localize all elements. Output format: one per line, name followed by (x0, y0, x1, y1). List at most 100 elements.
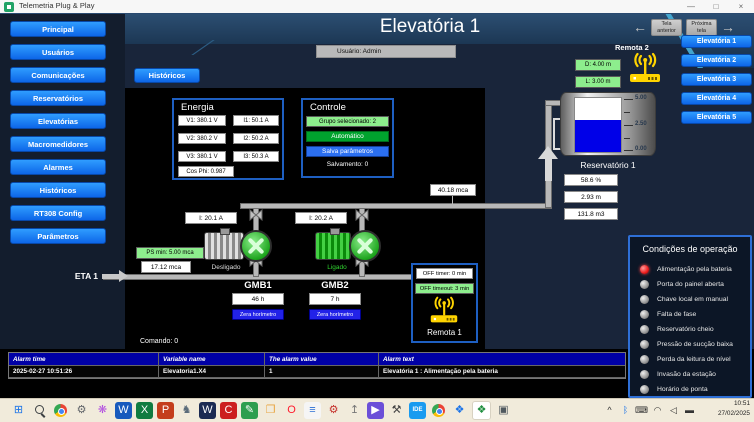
notes-icon[interactable]: ✎ (241, 402, 258, 419)
alarm-table-header: Alarm time Variable name The alarm value… (9, 353, 625, 366)
off-timeout-setpoint[interactable]: OFF timeout: 3 min (415, 283, 474, 294)
condition-label: Porta do painel aberta (657, 281, 724, 288)
sidebar-item-alarmes[interactable]: Alarmes (10, 159, 106, 175)
touch-keyboard-icon[interactable]: ⌨ (635, 404, 648, 417)
media-icon[interactable]: ▶ (367, 402, 384, 419)
pump1-hours-value: 46 h (232, 293, 284, 305)
tank-scale-max: 5.00 (635, 95, 647, 101)
pump2-zera-horimetro-button[interactable]: Zera horímetro (309, 309, 361, 320)
sidebar-item-principal[interactable]: Principal (10, 21, 106, 37)
salva-parametros-button[interactable]: Salva parâmetros (306, 146, 389, 157)
sidebar-item-rt308-config[interactable]: RT308 Config (10, 205, 106, 221)
close-button[interactable]: × (733, 0, 749, 13)
nav-elevatoria-2-button[interactable]: Elevatória 2 (681, 54, 752, 67)
maximize-button[interactable]: □ (708, 0, 724, 13)
red-app-icon[interactable]: C (220, 402, 237, 419)
sidebar-item-historicos[interactable]: Históricos (10, 182, 106, 198)
sidebar-item-parametros[interactable]: Parâmetros (10, 228, 106, 244)
conditions-panel: Condições de operação Alimentação pela b… (628, 235, 752, 398)
chrome-icon[interactable] (52, 402, 69, 419)
minimize-button[interactable]: — (683, 0, 699, 13)
nav-elevatoria-5-button[interactable]: Elevatória 5 (681, 111, 752, 124)
next-screen-button[interactable]: Próxima tela (686, 19, 717, 36)
camera-icon[interactable]: ▣ (495, 402, 512, 419)
nav-elevatoria-4-button[interactable]: Elevatória 4 (681, 92, 752, 105)
suction-pressure-value: 17.12 mca (141, 261, 191, 273)
share-icon[interactable]: ↥ (346, 402, 363, 419)
condition-row: Reservatório cheio (640, 322, 748, 337)
status-led (640, 310, 649, 319)
pump1-name: GMB1 (238, 280, 278, 291)
tiles-green-icon[interactable]: ❖ (472, 401, 491, 420)
notepad-icon[interactable]: ≡ (304, 402, 321, 419)
status-led (640, 385, 649, 394)
comando-status: Comando: 0 (140, 338, 230, 345)
condition-row: Horário de ponta (640, 382, 748, 397)
clock-date: 27/02/2025 (698, 409, 750, 419)
automatico-button[interactable]: Automático (306, 131, 389, 142)
user-bar: Usuário: Admin (316, 45, 456, 58)
bluetooth-icon[interactable]: ᛒ (619, 404, 632, 417)
grupo-selecionado-field[interactable]: Grupo selecionado: 2 (306, 116, 389, 127)
ide-icon[interactable]: IDE (409, 402, 426, 419)
prev-screen-arrow-icon[interactable]: ← (633, 19, 647, 35)
historicos-button[interactable]: Históricos (134, 68, 200, 83)
discharge-pipe (240, 203, 552, 209)
eta-label: ETA 1 (66, 271, 98, 281)
pump2-name: GMB2 (315, 280, 355, 291)
start-icon[interactable]: ⊞ (10, 402, 27, 419)
bird-app-icon[interactable]: ♞ (178, 402, 195, 419)
next-screen-arrow-icon[interactable]: → (721, 19, 735, 35)
alarm-value-cell: 1 (265, 366, 379, 378)
sidebar-item-comunicacoes[interactable]: Comunicações (10, 67, 106, 83)
alarm-table-row[interactable]: 2025-02-27 10:51:26 Elevatoria1.X4 1 Ele… (9, 366, 625, 378)
pump1-current-value: I: 20.1 A (185, 212, 237, 224)
taskbar-clock[interactable]: 10:51 27/02/2025 (698, 399, 750, 418)
paint3d-icon[interactable]: ❋ (94, 402, 111, 419)
settings-gear-icon[interactable]: ⚙ (73, 402, 90, 419)
valve-icon (355, 209, 369, 221)
alarm-text-header: Alarm text (379, 353, 625, 366)
pump1-motor (204, 232, 244, 260)
status-led (640, 355, 649, 364)
wonderware-icon[interactable]: W (199, 402, 216, 419)
tray-chevron-icon[interactable]: ^ (603, 404, 616, 417)
search-icon[interactable] (31, 402, 48, 419)
flow-up-arrow-stem (545, 159, 552, 181)
pump2-state: Ligado (315, 264, 359, 271)
pump1-zera-horimetro-button[interactable]: Zera horímetro (232, 309, 284, 320)
opera-icon[interactable]: O (283, 402, 300, 419)
sidebar-item-usuarios[interactable]: Usuários (10, 44, 106, 60)
nav-elevatoria-1-button[interactable]: Elevatória 1 (681, 35, 752, 48)
prev-screen-button[interactable]: Tela anterior (651, 19, 682, 36)
nav-elevatoria-3-button[interactable]: Elevatória 3 (681, 73, 752, 86)
remota2-antenna-icon (628, 52, 662, 84)
tank-scale-tick (624, 125, 633, 126)
folder-icon[interactable]: ❐ (262, 402, 279, 419)
excel-icon[interactable]: X (136, 402, 153, 419)
wifi-icon[interactable]: ◠ (651, 404, 664, 417)
variable-name-header: Variable name (159, 353, 265, 366)
sidebar-item-elevatorias[interactable]: Elevatórias (10, 113, 106, 129)
sidebar-item-macromedidores[interactable]: Macromedidores (10, 136, 106, 152)
page-title: Elevatória 1 (280, 16, 580, 42)
chrome2-icon[interactable] (430, 402, 447, 419)
remota2-l-setpoint[interactable]: L: 3.00 m (575, 76, 621, 88)
pump2-hours-value: 7 h (309, 293, 361, 305)
tools-icon[interactable]: ⚒ (388, 402, 405, 419)
powerpoint-icon[interactable]: P (157, 402, 174, 419)
sidebar-item-reservatorios[interactable]: Reservatórios (10, 90, 106, 106)
battery-icon[interactable]: ▬ (683, 404, 696, 417)
system-tray-icons: ^ᛒ⌨◠◁▬ (603, 398, 696, 422)
volume-icon[interactable]: ◁ (667, 404, 680, 417)
tiles-blue-icon[interactable]: ❖ (451, 402, 468, 419)
remota2-d-setpoint[interactable]: D: 4.00 m (575, 59, 621, 71)
current-i2-value: I2: 50.2 A (233, 133, 279, 144)
condition-label: Invasão da estação (657, 371, 716, 378)
red-gear-icon[interactable]: ⚙ (325, 402, 342, 419)
tank-scale-min: 0.00 (635, 146, 647, 152)
word-icon[interactable]: W (115, 402, 132, 419)
ps-min-setpoint[interactable]: PS min: 5.00 mca (136, 247, 204, 259)
remota1-antenna-icon (429, 296, 459, 324)
conditions-title: Condições de operação (630, 244, 750, 254)
